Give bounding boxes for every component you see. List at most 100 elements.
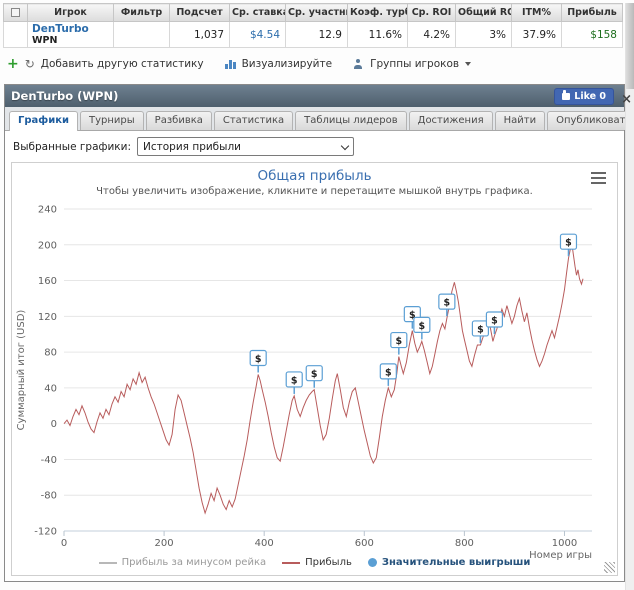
win-marker-label: $ <box>419 321 426 332</box>
total-roi-cell: 3% <box>455 21 512 48</box>
x-axis-title: Номер игры <box>529 550 592 561</box>
y-tick-label: 160 <box>38 276 57 287</box>
x-tick-label: 400 <box>255 538 274 549</box>
close-icon[interactable]: × <box>621 93 632 106</box>
x-tick-label: 800 <box>455 538 474 549</box>
column-header[interactable]: Общий ROI <box>455 3 512 22</box>
x-tick-label: 600 <box>355 538 374 549</box>
win-marker-label: $ <box>255 354 262 365</box>
y-tick-label: -80 <box>41 491 57 502</box>
win-marker-label: $ <box>477 324 484 335</box>
tab-3[interactable]: Статистика <box>213 111 294 130</box>
chart-subtitle: Чтобы увеличить изображение, кликните и … <box>96 186 533 197</box>
tab-5[interactable]: Достижения <box>408 111 493 130</box>
select-all-header[interactable] <box>3 3 28 22</box>
column-header[interactable]: Игрок <box>27 3 114 22</box>
filter-cell <box>113 21 170 48</box>
legend-label: Прибыль за минусом рейка <box>121 557 267 568</box>
y-tick-label: 240 <box>38 205 57 216</box>
tab-0[interactable]: Графики <box>9 111 79 131</box>
win-marker-label: $ <box>311 369 318 380</box>
chart-legend: Прибыль за минусом рейка Прибыль Значите… <box>12 557 617 568</box>
player-network: WPN <box>32 35 58 46</box>
profit-cell: $158 <box>561 21 623 48</box>
win-marker-label: $ <box>444 298 451 309</box>
win-marker-label: $ <box>396 336 403 347</box>
win-marker-label: $ <box>491 316 498 327</box>
blue-dot-swatch <box>367 558 377 567</box>
legend-item-significant-wins[interactable]: Значительные выигрыши <box>367 557 531 568</box>
row-select-cell <box>3 21 28 48</box>
player-link[interactable]: DenTurbo <box>32 23 109 35</box>
itm-cell: 37.9% <box>511 21 562 48</box>
profit-chart[interactable]: -120 -80 -40 0 40 80 120 160 200 240 0 200 400 600 800… <box>12 199 616 561</box>
tab-1[interactable]: Турниры <box>80 111 144 130</box>
win-marker-label: $ <box>385 367 392 378</box>
y-tick-label: 40 <box>44 383 57 394</box>
player-stats-table: ИгрокФильтрПодсчетСр. ставкаСр. участник… <box>3 3 623 48</box>
red-line-swatch <box>282 561 301 564</box>
column-header[interactable]: Ср. ставка <box>229 3 286 22</box>
avg-roi-cell: 4.2% <box>407 21 456 48</box>
tab-7[interactable]: Опубликовать <box>547 111 634 130</box>
player-stats-row[interactable]: DenTurbo WPN 1,037 $4.54 12.9 11.6% 4.2%… <box>3 21 623 48</box>
select-all-icon <box>11 8 20 17</box>
win-marker-label: $ <box>565 238 572 249</box>
thumb-icon <box>562 89 571 100</box>
column-header[interactable]: Коэф. турбо <box>347 3 408 22</box>
y-tick-label: -40 <box>41 455 57 466</box>
graph-select[interactable]: История прибыли <box>137 137 355 156</box>
stats-header-row: ИгрокФильтрПодсчетСр. ставкаСр. участник… <box>3 3 623 22</box>
graph-select-row: Выбранные графики: История прибыли <box>5 131 624 160</box>
visualize-button[interactable]: Визуализируйте <box>242 58 332 70</box>
like-label: Like 0 <box>574 90 606 102</box>
bar-chart-icon <box>224 59 236 69</box>
caret-down-icon <box>465 62 472 66</box>
turbo-ratio-cell: 11.6% <box>347 21 408 48</box>
gray-line-swatch <box>98 561 117 564</box>
x-tick-label: 200 <box>155 538 174 549</box>
column-header[interactable]: Фильтр <box>113 3 170 22</box>
player-groups-button[interactable]: Группы игроков <box>370 58 459 70</box>
scrollbar-thumb[interactable] <box>626 3 634 89</box>
win-marker-label: $ <box>291 375 298 386</box>
count-cell: 1,037 <box>169 21 230 48</box>
y-tick-label: 80 <box>44 348 57 359</box>
add-statistic-button[interactable]: Добавить другую статистику <box>41 58 204 70</box>
graph-select-value: История прибыли <box>143 140 241 153</box>
hamburger-menu-icon[interactable] <box>591 172 606 184</box>
panel-header: DenTurbo (WPN) Like 0 <box>5 85 624 107</box>
selected-graphs-label: Выбранные графики: <box>13 140 132 153</box>
column-header[interactable]: Прибыль <box>561 3 623 22</box>
refresh-icon[interactable]: ↻ <box>25 58 35 70</box>
profit-line <box>63 242 584 515</box>
y-tick-label: -120 <box>34 527 57 538</box>
column-header[interactable]: Ср. ROI <box>407 3 456 22</box>
like-button[interactable]: Like 0 <box>554 87 614 105</box>
legend-label: Прибыль <box>305 557 352 568</box>
avg-entrants-cell: 12.9 <box>285 21 348 48</box>
y-tick-label: 120 <box>38 312 57 323</box>
tab-6[interactable]: Найти <box>494 111 546 130</box>
plus-icon[interactable]: + <box>7 57 19 71</box>
toolbar: + ↻ Добавить другую статистику Визуализи… <box>7 54 634 74</box>
column-header[interactable]: Подсчет <box>169 3 230 22</box>
player-cell: DenTurbo WPN <box>27 21 114 48</box>
panel-title: DenTurbo (WPN) <box>11 89 119 103</box>
avg-stake-cell[interactable]: $4.54 <box>229 21 286 48</box>
tab-bar: Графики Турниры Разбивка Статистика Таблицы … <box>5 107 634 131</box>
tab-4[interactable]: Таблицы лидеров <box>295 111 407 130</box>
legend-item-profit[interactable]: Прибыль <box>282 557 352 568</box>
y-axis-title: Суммарный итог (USD) <box>16 310 27 431</box>
y-tick-label: 200 <box>38 240 57 251</box>
legend-item-profit-minus-rake[interactable]: Прибыль за минусом рейка <box>98 557 267 568</box>
tab-2[interactable]: Разбивка <box>145 111 212 130</box>
x-tick-label: 0 <box>61 538 67 549</box>
y-tick-label: 0 <box>51 419 57 430</box>
resize-grip[interactable] <box>604 562 615 573</box>
column-header[interactable]: Ср. участник <box>285 3 348 22</box>
column-header[interactable]: ITM% <box>511 3 562 22</box>
legend-label: Значительные выигрыши <box>381 557 531 568</box>
chart-container: Общая прибыль Чтобы увеличить изображени… <box>11 162 618 576</box>
player-groups-icon <box>353 59 364 69</box>
